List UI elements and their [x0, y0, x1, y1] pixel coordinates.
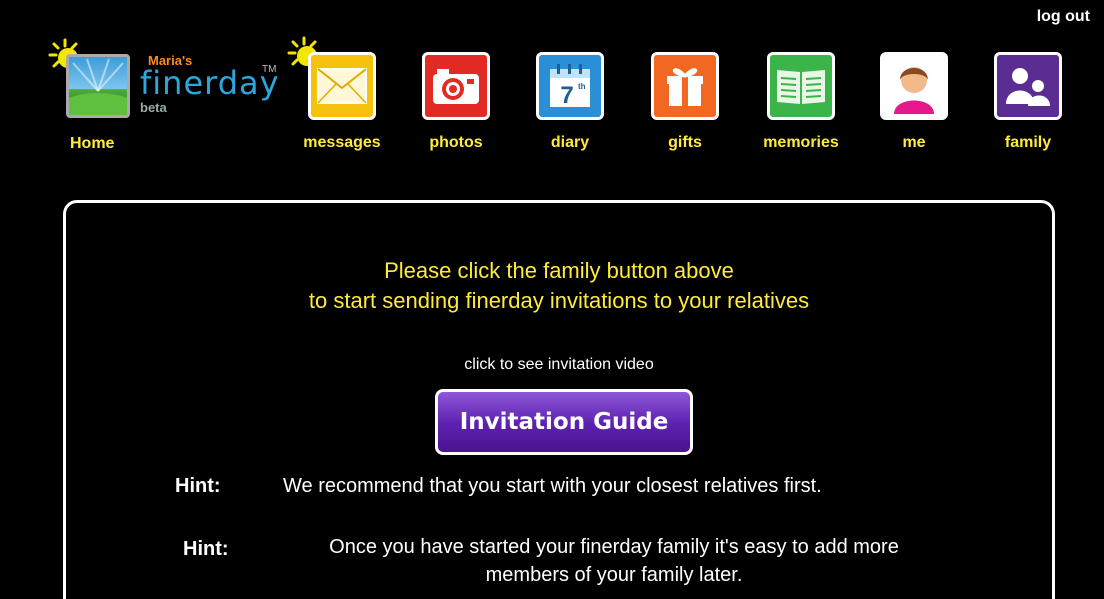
calendar-icon: 7 th [536, 52, 604, 120]
nav-diary[interactable]: 7 th diary [525, 52, 615, 156]
hint-text-line-1: Once you have started your finerday fami… [329, 536, 899, 558]
invitation-guide-button[interactable]: Invitation Guide [435, 389, 693, 455]
nav-family[interactable]: family [983, 52, 1073, 156]
nav-messages[interactable]: messages [297, 52, 387, 156]
camera-icon [422, 52, 490, 120]
video-caption: click to see invitation video [464, 356, 654, 373]
logout-link[interactable]: log out [1037, 8, 1090, 26]
envelope-icon [308, 52, 376, 120]
nav-label: family [1004, 134, 1052, 151]
hint-text-line-2: members of your family later. [485, 564, 743, 586]
finerday-page: log out Maria's finerday TM beta Home me… [0, 0, 1104, 599]
headline-line-2: to start sending finerday invitations to… [308, 288, 810, 313]
nav-label: diary [550, 134, 590, 151]
home-logo-icon [66, 54, 130, 118]
nav-label: gifts [668, 134, 702, 151]
book-icon [767, 52, 835, 120]
nav-gifts[interactable]: gifts [640, 52, 730, 156]
hint-label: Hint: [183, 538, 229, 560]
trademark-mark: TM [262, 64, 277, 75]
home-label: Home [70, 135, 115, 152]
brand-logo-text: finerday [140, 64, 280, 102]
hint-label: Hint: [175, 475, 221, 497]
nav-me[interactable]: me [869, 52, 959, 156]
hint-text: Once you have started your finerday fami… [264, 533, 964, 589]
diary-day-suffix: th [578, 82, 586, 91]
family-icon [994, 52, 1062, 120]
gift-icon [651, 52, 719, 120]
headline-line-1: Please click the family button above [384, 258, 734, 283]
main-panel: Please click the family button above to … [63, 200, 1055, 599]
home-link[interactable]: Maria's finerday TM beta Home [48, 36, 288, 156]
nav-label: messages [303, 134, 381, 151]
invitation-guide-label: Invitation Guide [459, 409, 669, 435]
hint-text: We recommend that you start with your cl… [283, 475, 822, 497]
beta-badge: beta [140, 100, 167, 115]
diary-day-number: 7 [560, 82, 573, 109]
nav-label: photos [429, 134, 483, 151]
nav-memories[interactable]: memories [756, 52, 846, 156]
person-icon [880, 52, 948, 120]
instructions-headline: Please click the family button above to … [66, 256, 1052, 316]
nav-label: me [902, 134, 926, 151]
nav-photos[interactable]: photos [411, 52, 501, 156]
nav-label: memories [763, 134, 839, 151]
